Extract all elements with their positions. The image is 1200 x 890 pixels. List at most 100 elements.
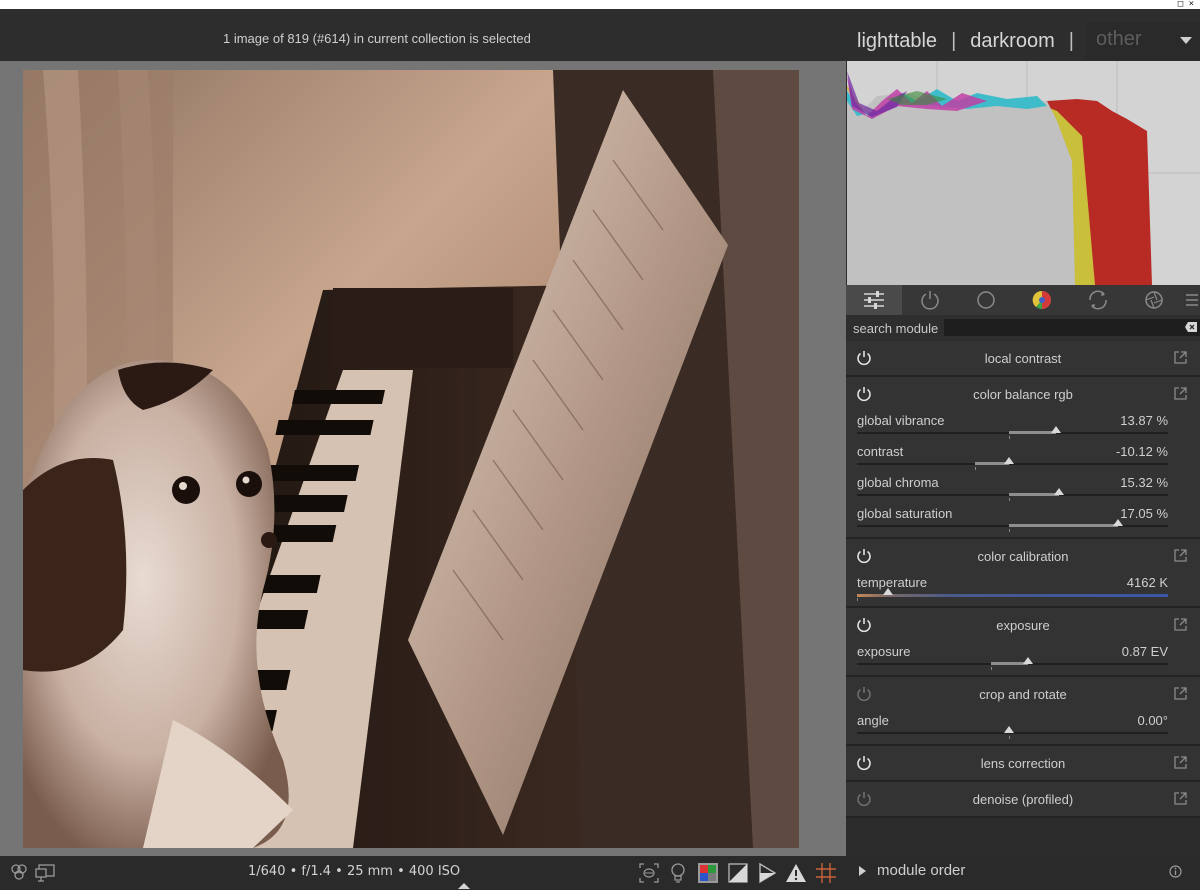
slider-track[interactable] <box>857 457 1168 470</box>
view-other-dropdown[interactable]: other <box>1086 22 1200 60</box>
soft-proof-icon[interactable] <box>727 862 749 884</box>
slider-track[interactable] <box>857 519 1168 532</box>
focus-peaking-icon[interactable] <box>638 862 660 884</box>
info-icon[interactable] <box>1169 865 1182 878</box>
styles-icon[interactable] <box>8 862 30 884</box>
view-lighttable[interactable]: lighttable <box>857 30 937 53</box>
tab-quick-access[interactable] <box>846 285 902 315</box>
slider-handle[interactable] <box>883 588 894 595</box>
slider-value[interactable]: 15.32 % <box>1120 475 1168 490</box>
gamut-check-icon[interactable] <box>756 862 778 884</box>
module-title: denoise (profiled) <box>972 792 1074 807</box>
clear-search-icon[interactable] <box>1185 321 1197 333</box>
module-header[interactable]: color calibration <box>846 539 1200 573</box>
slider-global-vibrance[interactable]: global vibrance 13.87 % <box>846 411 1200 442</box>
view-separator: | <box>951 29 957 52</box>
tab-active-modules[interactable] <box>902 285 958 315</box>
slider-temperature[interactable]: temperature 4162 K <box>846 573 1200 604</box>
presets-icon[interactable] <box>1173 386 1188 401</box>
slider-exposure[interactable]: exposure 0.87 EV <box>846 642 1200 673</box>
presets-icon[interactable] <box>1173 791 1188 806</box>
slider-track[interactable] <box>857 657 1168 670</box>
module-order-section[interactable]: module order <box>846 856 1200 890</box>
slider-default-tick <box>1009 736 1011 739</box>
module-title: local contrast <box>984 351 1062 366</box>
module-title: lens correction <box>980 756 1066 771</box>
slider-value[interactable]: 17.05 % <box>1120 506 1168 521</box>
presets-icon[interactable] <box>1173 686 1188 701</box>
bottom-toolbar: 1/640 • f/1.4 • 25 mm • 400 ISO <box>0 856 846 890</box>
tab-presets-menu[interactable] <box>1182 285 1200 315</box>
bottom-panel-toggle[interactable] <box>458 883 470 889</box>
slider-value[interactable]: 13.87 % <box>1120 413 1168 428</box>
module-title: crop and rotate <box>979 687 1067 702</box>
photo-render <box>23 70 799 848</box>
slider-label: exposure <box>857 644 911 659</box>
tab-effect[interactable] <box>1126 285 1182 315</box>
slider-default-tick <box>1009 529 1011 532</box>
module-header[interactable]: denoise (profiled) <box>846 782 1200 816</box>
search-module-input[interactable] <box>944 319 1200 336</box>
presets-icon[interactable] <box>1173 350 1188 365</box>
temperature-gradient-bar[interactable] <box>857 588 1168 601</box>
slider-value[interactable]: 4162 K <box>1127 575 1168 590</box>
tab-color[interactable] <box>1014 285 1070 315</box>
tab-correct[interactable] <box>1070 285 1126 315</box>
module-title: exposure <box>996 618 1050 633</box>
slider-label: global saturation <box>857 506 953 521</box>
module-title: color calibration <box>977 549 1069 564</box>
window-top-strip: □ × <box>0 0 1200 17</box>
slider-contrast[interactable]: contrast -10.12 % <box>846 442 1200 473</box>
slider-value[interactable]: 0.00° <box>1137 713 1168 728</box>
guides-icon[interactable] <box>815 862 837 884</box>
view-darkroom[interactable]: darkroom <box>970 30 1054 53</box>
module-header[interactable]: local contrast <box>846 341 1200 375</box>
color-assessment-icon[interactable] <box>697 862 719 884</box>
slider-default-tick <box>857 598 858 601</box>
module-padding <box>846 673 1200 675</box>
tab-base[interactable] <box>958 285 1014 315</box>
module-local-contrast: local contrast <box>846 341 1200 377</box>
display-icon[interactable] <box>35 862 57 884</box>
module-padding <box>846 535 1200 537</box>
presets-icon[interactable] <box>1173 548 1188 563</box>
slider-handle[interactable] <box>1004 726 1015 733</box>
menu-icon <box>1186 294 1198 306</box>
window-controls[interactable]: □ × <box>1178 0 1194 9</box>
image-canvas[interactable] <box>23 70 799 848</box>
slider-value[interactable]: 0.87 EV <box>1122 644 1168 659</box>
histogram[interactable] <box>847 61 1200 285</box>
slider-handle[interactable] <box>1054 488 1065 495</box>
slider-global-chroma[interactable]: global chroma 15.32 % <box>846 473 1200 504</box>
module-order-label: module order <box>877 862 966 879</box>
slider-handle[interactable] <box>1113 519 1124 526</box>
right-panel: search module local contrast color balanc… <box>846 61 1200 890</box>
slider-global-saturation[interactable]: global saturation 17.05 % <box>846 504 1200 535</box>
presets-icon[interactable] <box>1173 755 1188 770</box>
slider-label: angle <box>857 713 889 728</box>
slider-value[interactable]: -10.12 % <box>1116 444 1168 459</box>
slider-handle[interactable] <box>1023 657 1034 664</box>
slider-track[interactable] <box>857 426 1168 439</box>
presets-icon[interactable] <box>1173 617 1188 632</box>
circle-icon <box>977 291 995 309</box>
color-wheel-icon <box>1032 290 1051 309</box>
aperture-icon <box>1145 291 1163 309</box>
module-header[interactable]: lens correction <box>846 746 1200 780</box>
slider-angle[interactable]: angle 0.00° <box>846 711 1200 742</box>
warning-icon[interactable] <box>785 862 807 884</box>
slider-handle[interactable] <box>1051 426 1062 433</box>
bulb-icon[interactable] <box>667 862 689 884</box>
selection-status: 1 image of 819 (#614) in current collect… <box>223 31 531 46</box>
module-padding <box>846 742 1200 744</box>
exif-info: 1/640 • f/1.4 • 25 mm • 400 ISO <box>248 864 461 879</box>
slider-handle[interactable] <box>1004 457 1015 464</box>
power-icon <box>921 291 939 310</box>
expand-arrow-icon <box>859 866 866 876</box>
module-header[interactable]: color balance rgb <box>846 377 1200 411</box>
view-other-label: other <box>1096 28 1142 50</box>
slider-track[interactable] <box>857 726 1168 739</box>
module-header[interactable]: exposure <box>846 608 1200 642</box>
slider-track[interactable] <box>857 488 1168 501</box>
module-header[interactable]: crop and rotate <box>846 677 1200 711</box>
